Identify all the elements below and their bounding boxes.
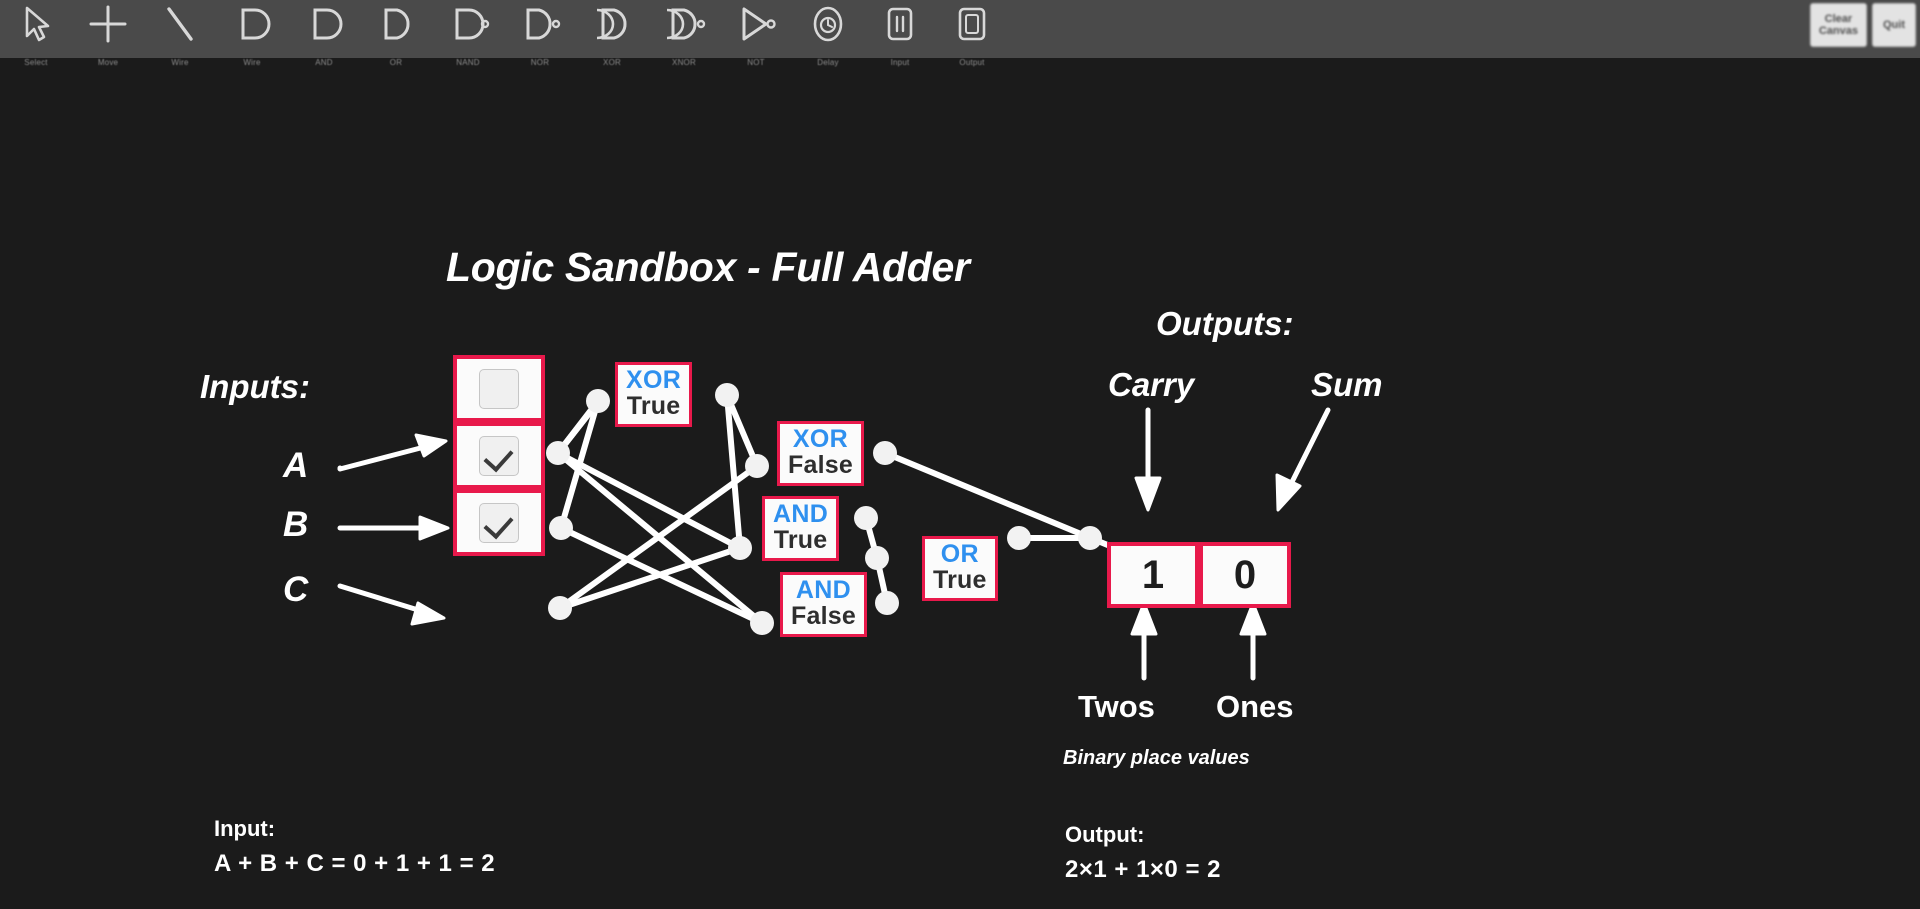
circuit-canvas[interactable]: Logic Sandbox - Full Adder Inputs: Outpu… bbox=[0, 58, 1920, 909]
node-or1-out bbox=[1007, 526, 1031, 550]
tool-xnor-gate[interactable]: XNOR bbox=[648, 0, 720, 67]
gate-value: True bbox=[626, 392, 681, 421]
output-digit-carry[interactable]: 1 bbox=[1107, 542, 1199, 608]
node-and2-out bbox=[875, 591, 899, 615]
page-title: Logic Sandbox - Full Adder bbox=[446, 244, 970, 290]
input-toggle-a[interactable] bbox=[453, 355, 545, 422]
checkbox-a[interactable] bbox=[479, 368, 519, 409]
gate-type: AND bbox=[773, 500, 829, 528]
toolbar-buttons: Clear Canvas Quit bbox=[1809, 3, 1916, 47]
tool-nand-gate[interactable]: NAND bbox=[432, 0, 504, 67]
tool-or-gate[interactable]: OR bbox=[360, 0, 432, 67]
gate-xor-true[interactable]: XOR True bbox=[615, 362, 693, 427]
gate-type: AND bbox=[795, 576, 851, 604]
input-label-a: A bbox=[283, 446, 309, 485]
node-and2-in bbox=[750, 611, 774, 635]
sum-label: Sum bbox=[1311, 366, 1383, 403]
checkbox-c[interactable] bbox=[479, 502, 519, 543]
tool-xor-gate[interactable]: XOR bbox=[576, 0, 648, 67]
tool-input-toggle[interactable]: Input bbox=[864, 0, 936, 67]
arrow-ones bbox=[1239, 601, 1267, 681]
node-or1-in bbox=[865, 546, 889, 570]
node-xor1-out bbox=[715, 383, 739, 407]
gate-type: OR bbox=[940, 540, 979, 568]
input-equation-body: A + B + C = 0 + 1 + 1 = 2 bbox=[214, 850, 496, 877]
gate-value: False bbox=[788, 451, 853, 480]
tool-and-gate[interactable]: AND bbox=[288, 0, 360, 67]
checkbox-b[interactable] bbox=[479, 435, 519, 476]
node-display-in bbox=[1078, 526, 1102, 550]
carry-label: Carry bbox=[1108, 366, 1195, 403]
ones-label: Ones bbox=[1216, 689, 1294, 724]
input-toggle-stack bbox=[453, 355, 545, 556]
twos-label: Twos bbox=[1078, 689, 1155, 724]
gate-value: False bbox=[791, 602, 856, 631]
tool-not-gate[interactable]: NOT bbox=[720, 0, 792, 67]
input-label-b: B bbox=[283, 505, 309, 544]
tool-wire-line[interactable]: Wire bbox=[144, 0, 216, 67]
output-equation-body: 2×1 + 1×0 = 2 bbox=[1065, 856, 1221, 883]
tool-output-display[interactable]: Output bbox=[936, 0, 1008, 67]
toolbar: Select Move Wire Wire AND OR NAND NOR XO… bbox=[0, 0, 1920, 67]
arrow-input-c bbox=[337, 583, 446, 626]
input-toggle-b[interactable] bbox=[453, 422, 545, 489]
arrow-input-b2 bbox=[337, 515, 450, 541]
tool-select-cursor[interactable]: Select bbox=[0, 0, 72, 67]
arrow-carry bbox=[1134, 407, 1162, 512]
input-toggle-c[interactable] bbox=[453, 489, 545, 556]
clear-canvas-line1: Clear bbox=[1824, 13, 1853, 25]
gate-or-true[interactable]: OR True bbox=[922, 536, 998, 601]
gate-xor-false[interactable]: XOR False bbox=[777, 421, 864, 486]
gate-type: XOR bbox=[626, 366, 682, 394]
node-xor1-in bbox=[586, 389, 610, 413]
inputs-label: Inputs: bbox=[200, 368, 310, 405]
tool-delay-clock[interactable]: Delay bbox=[792, 0, 864, 67]
arrow-sum bbox=[1275, 407, 1331, 512]
tool-nor-gate[interactable]: NOR bbox=[504, 0, 576, 67]
gate-value: True bbox=[773, 526, 828, 555]
gate-value: True bbox=[933, 566, 987, 595]
output-digit-sum[interactable]: 0 bbox=[1199, 542, 1291, 608]
binary-place-values-note: Binary place values bbox=[1063, 747, 1250, 769]
tool-buffer-gate[interactable]: Wire bbox=[216, 0, 288, 67]
gate-and-true[interactable]: AND True bbox=[762, 496, 840, 561]
quit-button[interactable]: Quit bbox=[1872, 3, 1916, 47]
node-xor2-out bbox=[873, 441, 897, 465]
node-input-c bbox=[548, 596, 572, 620]
node-and1-in bbox=[728, 536, 752, 560]
clear-canvas-button[interactable]: Clear Canvas bbox=[1809, 3, 1867, 47]
node-input-a bbox=[546, 441, 570, 465]
gate-and-false[interactable]: AND False bbox=[780, 572, 867, 637]
output-display[interactable]: 1 0 bbox=[1107, 542, 1291, 608]
gate-type: XOR bbox=[792, 425, 848, 453]
tool-move-crosshair[interactable]: Move bbox=[72, 0, 144, 67]
node-input-b bbox=[549, 516, 573, 540]
node-xor2-in bbox=[745, 454, 769, 478]
input-label-c: C bbox=[283, 570, 309, 609]
outputs-label: Outputs: bbox=[1156, 305, 1294, 342]
arrow-input-a bbox=[337, 433, 448, 472]
arrow-twos bbox=[1130, 601, 1158, 681]
clear-canvas-line2: Canvas bbox=[1818, 25, 1858, 37]
node-and1-out bbox=[854, 506, 878, 530]
application-window: Select Move Wire Wire AND OR NAND NOR XO… bbox=[0, 0, 1920, 909]
input-equation-title: Input: bbox=[214, 816, 276, 841]
output-equation-title: Output: bbox=[1065, 822, 1145, 847]
